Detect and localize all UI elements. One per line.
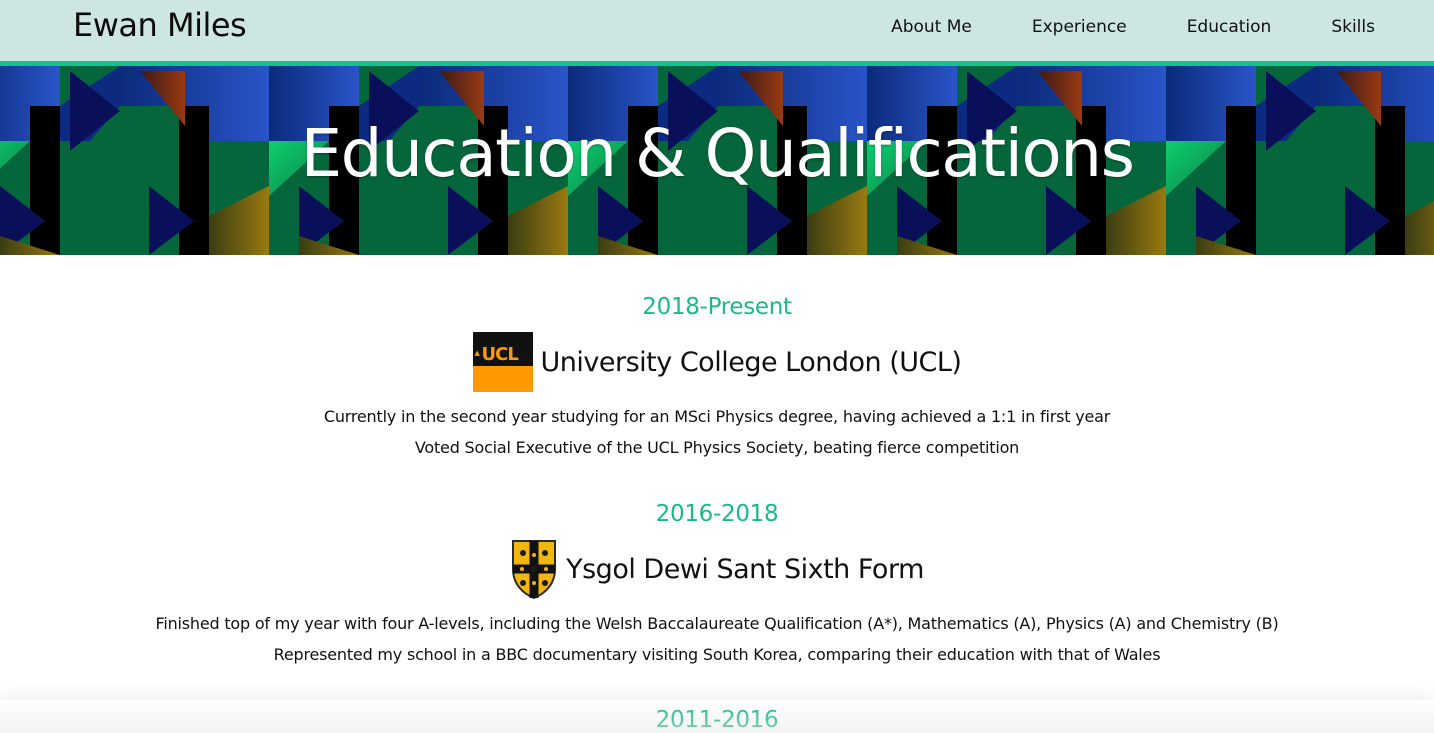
period-label: 2018-Present — [642, 294, 792, 320]
nav-link-skills[interactable]: Skills — [1331, 15, 1375, 39]
education-entry-ysgol-dewi-sant: 2016-2018 Ysgol Dewi Sant Sixth Form Fin… — [0, 499, 1434, 670]
top-navbar: Ewan Miles About Me Experience Education… — [0, 0, 1434, 66]
nav-link-experience[interactable]: Experience — [1032, 15, 1127, 39]
education-entry-ucl: 2018-Present ▲ UCL University College Lo… — [0, 292, 1434, 463]
nav-link-education[interactable]: Education — [1187, 15, 1272, 39]
institution-name: University College London (UCL) — [540, 346, 962, 378]
institution-row: Ysgol Dewi Sant Sixth Form — [0, 539, 1434, 599]
detail-line: Finished top of my year with four A-leve… — [155, 614, 1279, 633]
ucl-logo: ▲ UCL — [472, 332, 533, 392]
ucl-dome-icon: ▲ — [474, 349, 480, 357]
detail-line: Currently in the second year studying fo… — [323, 407, 1111, 426]
institution-row: ▲ UCL University College London (UCL) — [0, 332, 1434, 392]
brand-link[interactable]: Ewan Miles — [73, 6, 247, 44]
details-block: Finished top of my year with four A-leve… — [0, 608, 1434, 670]
institution-name: Ysgol Dewi Sant Sixth Form — [566, 553, 924, 585]
ucl-logo-text: UCL — [481, 344, 519, 365]
page-title: Education & Qualifications — [300, 115, 1135, 192]
bottom-scroll-shadow — [0, 700, 1434, 733]
detail-line: Represented my school in a BBC documenta… — [273, 645, 1161, 664]
nav-link-about-me[interactable]: About Me — [891, 15, 972, 39]
nav-links: About Me Experience Education Skills — [831, 15, 1375, 39]
school-crest-icon — [512, 540, 557, 599]
details-block: Currently in the second year studying fo… — [0, 401, 1434, 463]
hero-banner: Education & Qualifications — [0, 66, 1434, 255]
detail-line: Voted Social Executive of the UCL Physic… — [414, 438, 1020, 457]
period-label: 2016-2018 — [655, 501, 779, 527]
